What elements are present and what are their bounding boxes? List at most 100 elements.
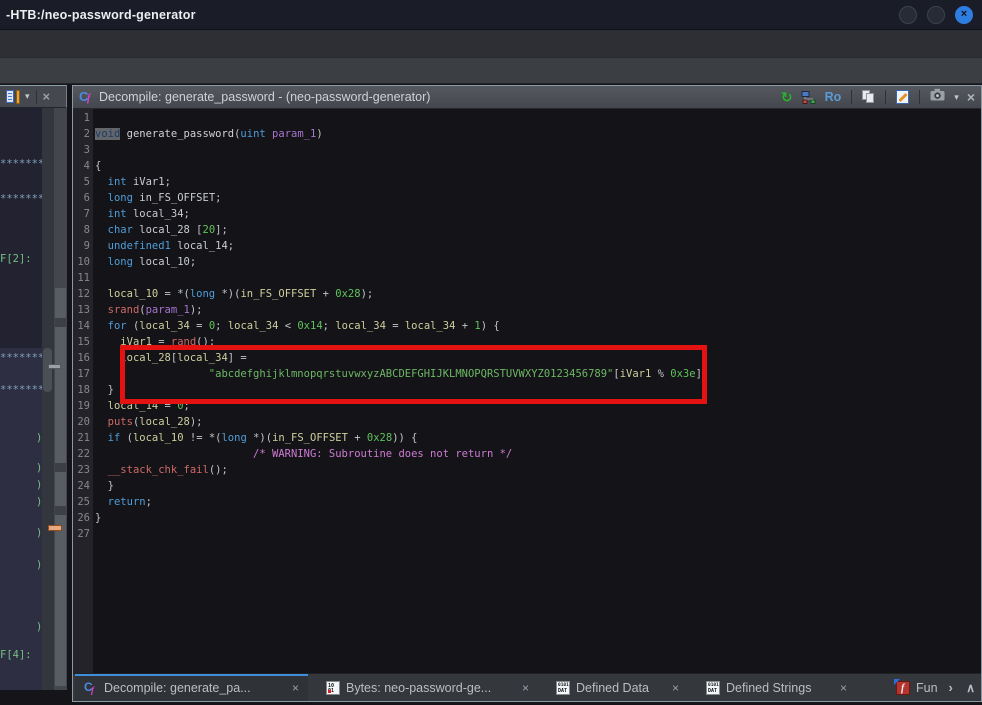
code-text: "abcdefghijklmnopqrstuvwxyzABCDEFGHIJKLM… xyxy=(95,368,708,380)
minimize-button[interactable] xyxy=(899,6,917,24)
code-line[interactable]: 24 } xyxy=(73,478,981,494)
marker-margin-thumb[interactable] xyxy=(55,288,66,686)
tab-close-icon[interactable]: × xyxy=(672,681,679,695)
code-line[interactable]: 26} xyxy=(73,510,981,526)
code-line[interactable]: 5 int iVar1; xyxy=(73,174,981,190)
toolbar-separator xyxy=(885,90,886,104)
code-line[interactable]: 3 xyxy=(73,142,981,158)
code-line[interactable]: 15 iVar1 = rand(); xyxy=(73,334,981,350)
tab-label: Decompile: generate_pa... xyxy=(104,681,251,695)
line-number: 19 xyxy=(73,398,90,414)
listing-fragment[interactable]: ******* xyxy=(0,351,44,365)
chevron-down-icon[interactable]: ▾ xyxy=(25,92,30,101)
window-controls: × xyxy=(899,6,982,24)
maximize-button[interactable] xyxy=(927,6,945,24)
decompiler-code-area[interactable]: 12void generate_password(uint param_1)34… xyxy=(73,109,981,673)
code-line[interactable]: 11 xyxy=(73,270,981,286)
code-line[interactable]: 1 xyxy=(73,110,981,126)
code-text: int local_34; xyxy=(95,208,190,220)
line-number: 27 xyxy=(73,526,90,542)
copy-icon[interactable] xyxy=(862,90,875,104)
code-line[interactable]: 14 for (local_34 = 0; local_34 < 0x14; l… xyxy=(73,318,981,334)
tab-close-icon[interactable]: × xyxy=(840,681,847,695)
listing-marker-margin[interactable] xyxy=(54,108,67,690)
graph-icon[interactable] xyxy=(801,91,817,104)
code-line[interactable]: 19 local_14 = 0; xyxy=(73,398,981,414)
bookmark-marker-gray[interactable] xyxy=(48,364,61,369)
code-line[interactable]: 12 local_10 = *(long *)(in_FS_OFFSET + 0… xyxy=(73,286,981,302)
listing-fragment[interactable]: F[4]: xyxy=(0,648,32,662)
close-icon[interactable]: × xyxy=(967,90,975,104)
code-text: local_10 = *(long *)(in_FS_OFFSET + 0x28… xyxy=(95,288,373,300)
tab-overflow-chevron-icon[interactable]: › xyxy=(949,680,953,695)
code-text: /* WARNING: Subroutine does not return *… xyxy=(95,448,512,460)
code-lines: 12void generate_password(uint param_1)34… xyxy=(73,110,981,542)
function-icon: f xyxy=(896,681,910,695)
code-line[interactable]: 25 return; xyxy=(73,494,981,510)
marker-notch xyxy=(55,318,66,327)
code-line[interactable]: 17 "abcdefghijklmnopqrstuvwxyzABCDEFGHIJ… xyxy=(73,366,981,382)
line-number: 17 xyxy=(73,366,90,382)
close-icon[interactable]: × xyxy=(43,90,51,103)
code-line[interactable]: 10 long local_10; xyxy=(73,254,981,270)
bookmark-marker-orange[interactable] xyxy=(48,525,62,531)
toolbar-separator xyxy=(36,90,37,104)
marker-notch xyxy=(55,463,66,472)
code-text: } xyxy=(95,480,114,492)
listing-fragment[interactable]: F[2]: xyxy=(0,252,32,266)
code-text: local_14 = 0; xyxy=(95,400,190,412)
rotate-layout-button[interactable]: Ro xyxy=(825,90,842,104)
line-number: 21 xyxy=(73,430,90,446)
code-line[interactable]: 13 srand(param_1); xyxy=(73,302,981,318)
listing-fragment[interactable]: ******* xyxy=(0,383,44,397)
tab-close-icon[interactable]: × xyxy=(292,681,299,695)
scrollbar-thumb[interactable] xyxy=(43,348,52,392)
code-text: iVar1 = rand(); xyxy=(95,336,215,348)
code-line[interactable]: 16 local_28[local_34] = xyxy=(73,350,981,366)
snapshot-camera-icon[interactable] xyxy=(930,88,946,106)
listing-content[interactable]: **************F[2]:**************)))))))… xyxy=(0,108,67,690)
tab-label: Bytes: neo-password-ge... xyxy=(346,681,491,695)
listing-fragment[interactable]: ******* xyxy=(0,157,44,171)
code-text: return; xyxy=(95,496,152,508)
code-line[interactable]: 2void generate_password(uint param_1) xyxy=(73,126,981,142)
tab-label: Fun xyxy=(916,681,938,695)
code-line[interactable]: 8 char local_28 [20]; xyxy=(73,222,981,238)
tab-decompile[interactable]: CfDecompile: generate_pa...× xyxy=(75,674,308,701)
edit-icon[interactable] xyxy=(896,90,909,104)
decompiler-header[interactable]: C f Decompile: generate_password - (neo-… xyxy=(73,86,981,109)
code-line[interactable]: 20 puts(local_28); xyxy=(73,414,981,430)
code-line[interactable]: 27 xyxy=(73,526,981,542)
code-text: long local_10; xyxy=(95,256,196,268)
refresh-icon[interactable]: ↻ xyxy=(781,90,793,104)
tab-defined-strings[interactable]: 0101DATDefined Strings× xyxy=(697,674,856,701)
listing-display-icon[interactable] xyxy=(6,90,21,104)
code-line[interactable]: 9 undefined1 local_14; xyxy=(73,238,981,254)
panel-collapse-caret-icon[interactable]: ∧ xyxy=(966,681,975,695)
line-number: 9 xyxy=(73,238,90,254)
code-line[interactable]: 4{ xyxy=(73,158,981,174)
line-number: 5 xyxy=(73,174,90,190)
code-line[interactable]: 6 long in_FS_OFFSET; xyxy=(73,190,981,206)
code-text: { xyxy=(95,160,101,172)
window-title: -HTB:/neo-password-generator xyxy=(0,8,196,22)
code-line[interactable]: 22 /* WARNING: Subroutine does not retur… xyxy=(73,446,981,462)
tab-label: Defined Strings xyxy=(726,681,811,695)
close-button[interactable]: × xyxy=(955,6,973,24)
tab-close-icon[interactable]: × xyxy=(522,681,529,695)
tab-bytes[interactable]: 1001Bytes: neo-password-ge...× xyxy=(317,674,538,701)
code-line[interactable]: 7 int local_34; xyxy=(73,206,981,222)
code-line[interactable]: 21 if (local_10 != *(long *)(in_FS_OFFSE… xyxy=(73,430,981,446)
code-line[interactable]: 18 } xyxy=(73,382,981,398)
decompiler-icon: C f xyxy=(79,90,94,105)
tab-defined-data[interactable]: 0101DATDefined Data× xyxy=(547,674,688,701)
line-number: 7 xyxy=(73,206,90,222)
code-text: for (local_34 = 0; local_34 < 0x14; loca… xyxy=(95,320,500,332)
listing-panel-toolbar: ▾ × xyxy=(0,85,67,108)
listing-scrollbar[interactable] xyxy=(42,108,54,690)
chevron-down-icon[interactable]: ▾ xyxy=(954,92,959,103)
listing-fragment[interactable]: ******* xyxy=(0,192,44,206)
code-line[interactable]: 23 __stack_chk_fail(); xyxy=(73,462,981,478)
line-number: 25 xyxy=(73,494,90,510)
tab-functions[interactable]: f Fun xyxy=(887,674,947,701)
